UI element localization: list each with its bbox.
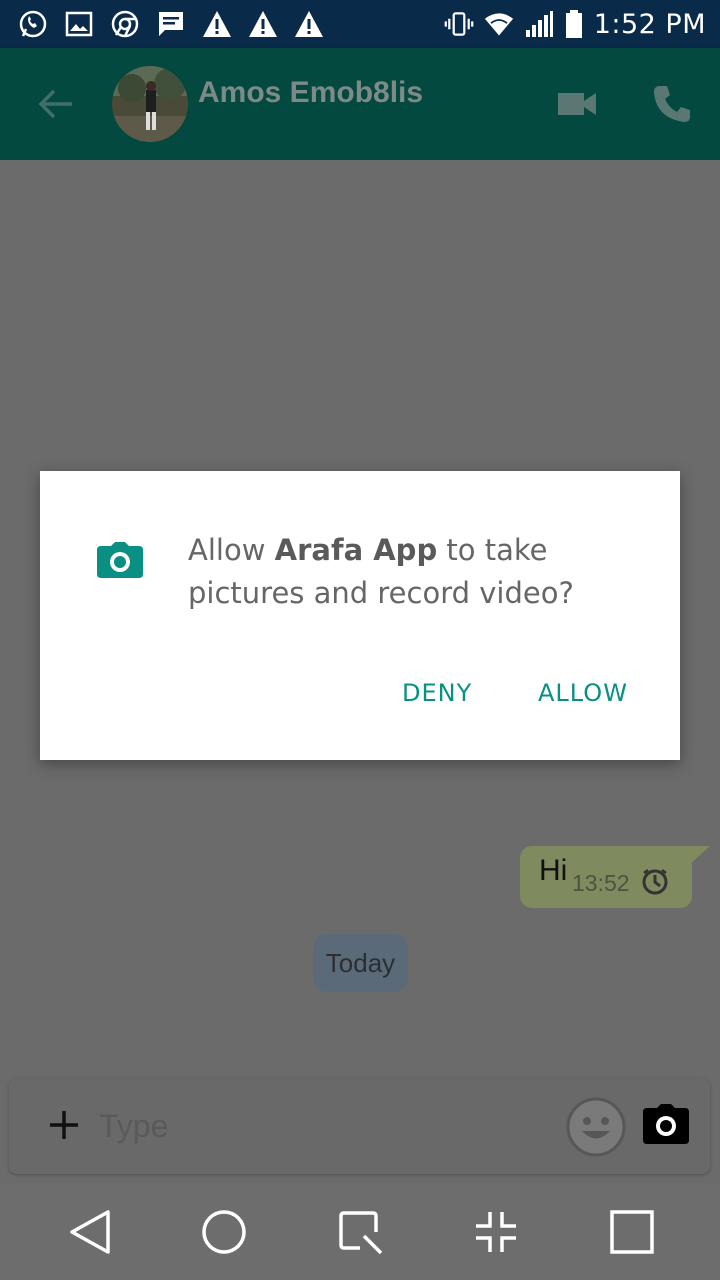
emoji-icon [566, 1097, 626, 1157]
warning-icon [294, 9, 324, 39]
nav-back-button[interactable] [64, 1206, 116, 1258]
notification-icons [18, 9, 324, 39]
back-arrow-icon [38, 89, 72, 119]
dialog-message: Allow Arafa App to take pictures and rec… [188, 529, 648, 615]
wifi-icon [484, 9, 514, 39]
recents-square-icon [610, 1210, 654, 1254]
message-input[interactable] [99, 1096, 549, 1156]
deny-button[interactable]: DENY [402, 679, 472, 707]
allow-button[interactable]: ALLOW [538, 679, 628, 707]
message-input-bar [9, 1078, 710, 1174]
message-tail [688, 846, 710, 866]
video-call-icon [558, 93, 596, 115]
message-icon [156, 9, 186, 39]
chrome-icon [110, 9, 140, 39]
whatsapp-icon [18, 9, 48, 39]
voice-call-button[interactable] [646, 78, 698, 130]
warning-icon [248, 9, 278, 39]
vibrate-icon [444, 9, 474, 39]
warning-icon [202, 9, 232, 39]
contact-name[interactable]: Amos Emob8lis [198, 76, 423, 110]
image-icon [64, 9, 94, 39]
chat-toolbar: Amos Emob8lis [0, 48, 720, 160]
status-bar: 1:52 PM [0, 0, 720, 48]
video-call-button[interactable] [552, 80, 602, 128]
navigation-bar [0, 1184, 720, 1280]
signal-icon [524, 9, 554, 39]
nav-capture-button[interactable] [334, 1206, 386, 1258]
nav-recents-button[interactable] [606, 1206, 658, 1258]
home-circle-icon [202, 1210, 246, 1254]
pending-clock-icon [640, 867, 670, 897]
nav-home-button[interactable] [198, 1206, 250, 1258]
clock-time: 1:52 PM [593, 8, 706, 40]
message-time: 13:52 [572, 870, 630, 896]
back-triangle-icon [70, 1210, 110, 1254]
system-status: 1:52 PM [444, 9, 706, 40]
battery-icon [564, 9, 584, 39]
camera-icon [643, 1104, 689, 1144]
contact-avatar[interactable] [112, 66, 188, 142]
attach-button[interactable] [39, 1100, 89, 1150]
message-text: Hi [539, 854, 568, 887]
back-button[interactable] [30, 80, 82, 128]
camera-icon [97, 542, 143, 578]
camera-button[interactable] [643, 1104, 689, 1146]
emoji-button[interactable] [565, 1096, 627, 1158]
minimize-icon [476, 1212, 516, 1252]
plus-icon [50, 1111, 78, 1139]
dialog-message-prefix: Allow [188, 533, 275, 567]
dialog-app-name: Arafa App [274, 533, 438, 567]
phone-icon [654, 86, 690, 122]
capture-icon [339, 1211, 383, 1255]
nav-minimize-button[interactable] [470, 1206, 522, 1258]
permission-dialog: Allow Arafa App to take pictures and rec… [40, 471, 680, 760]
date-chip: Today [313, 934, 408, 992]
